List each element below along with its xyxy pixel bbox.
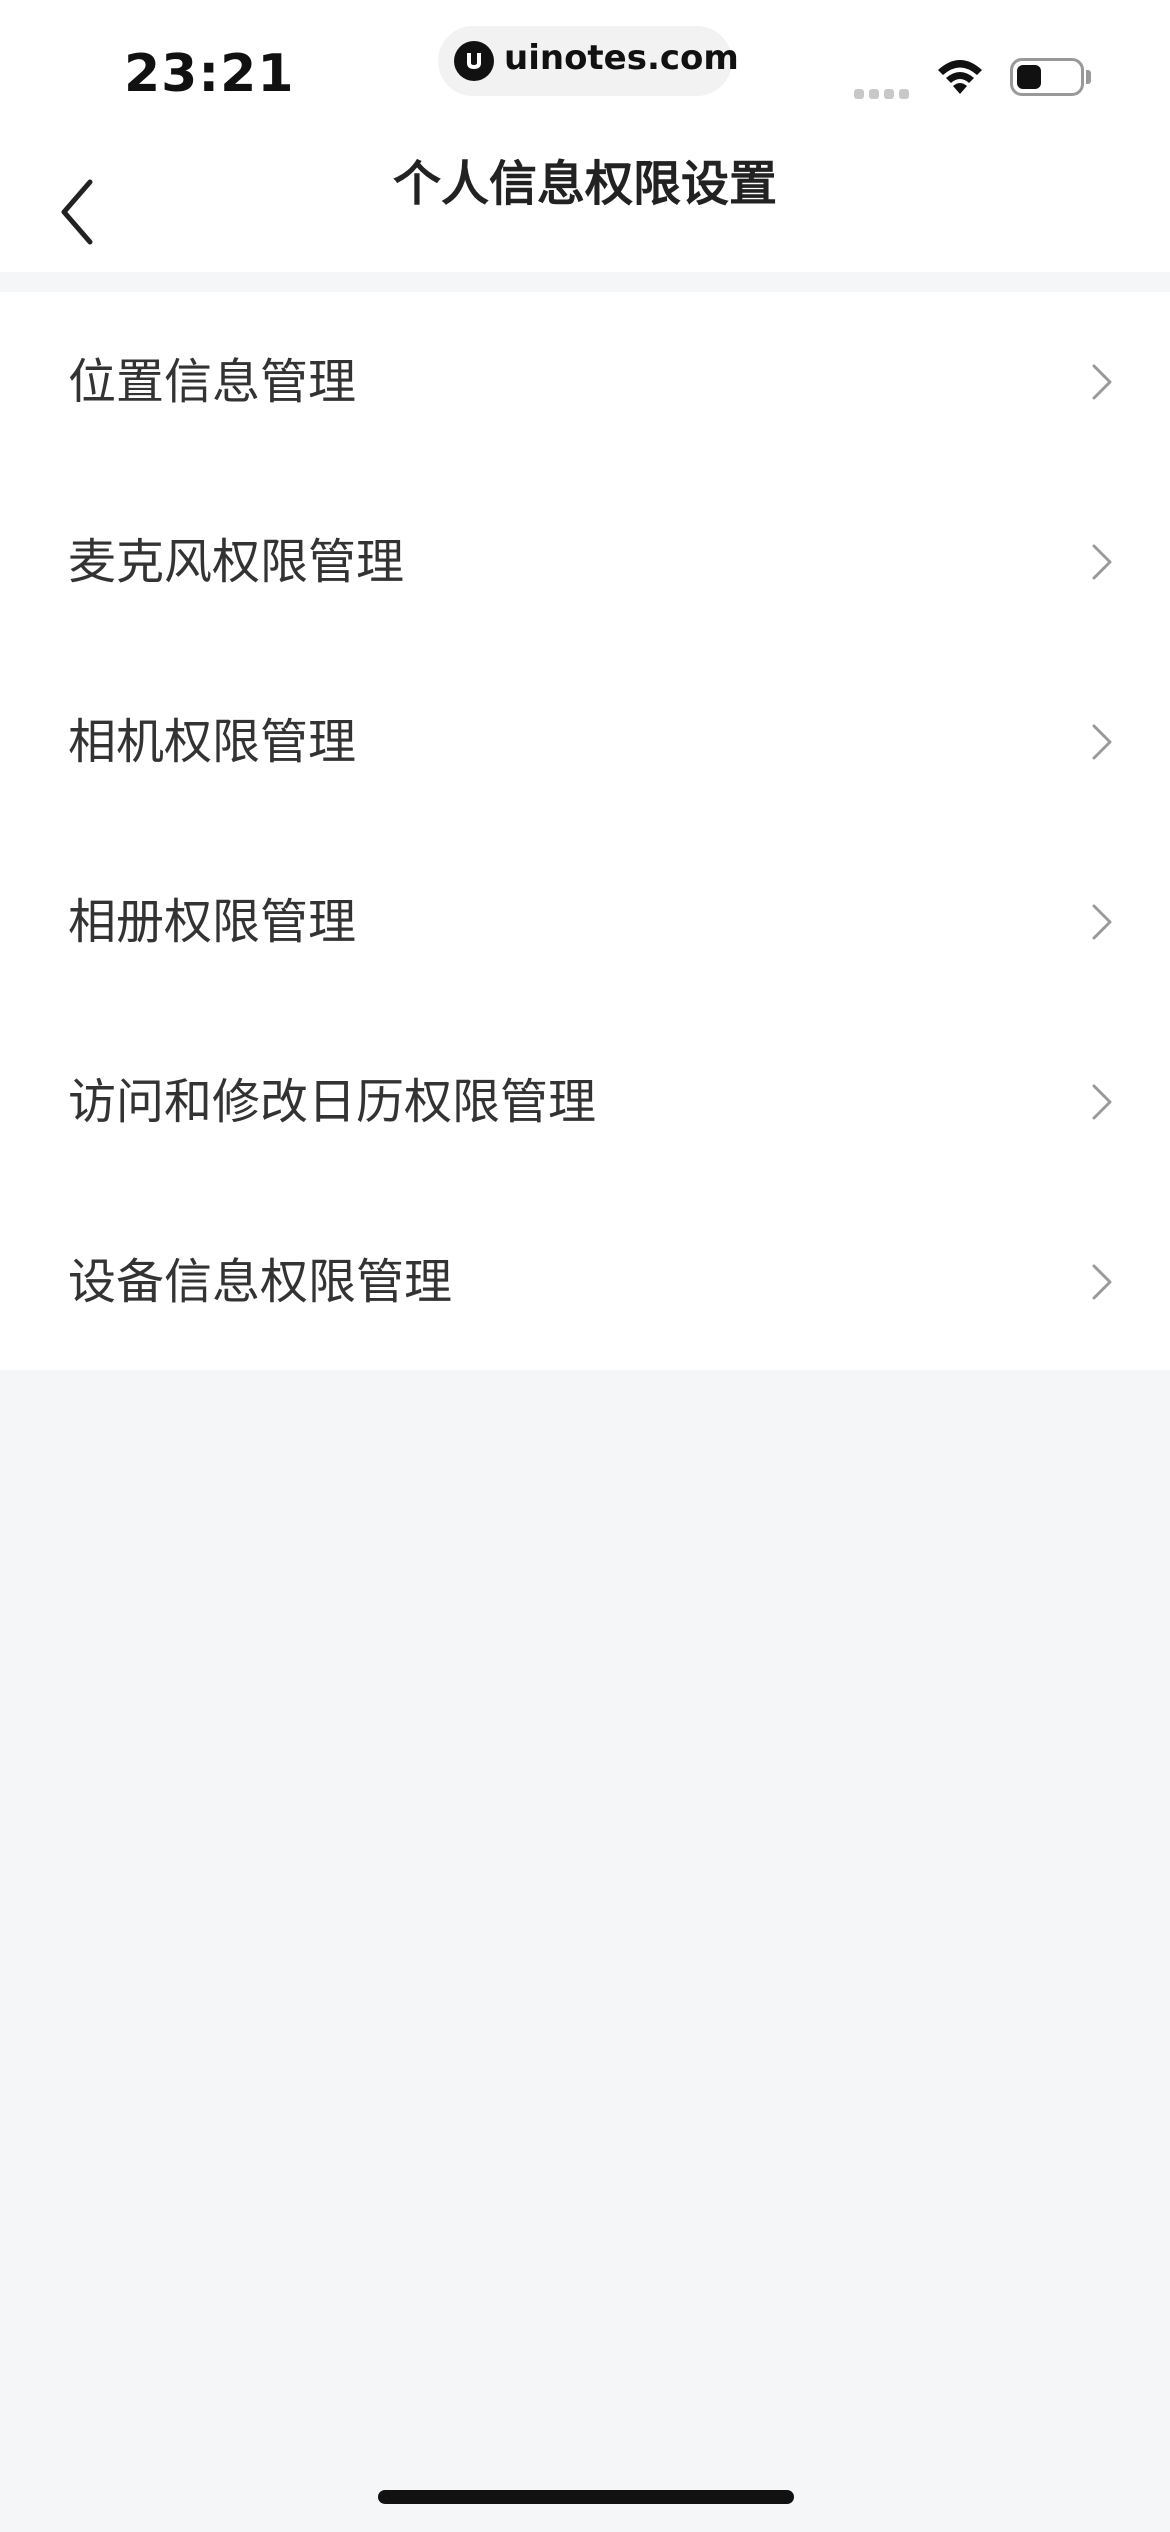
- cellular-signal-icon: [854, 84, 914, 99]
- chevron-right-icon: [1092, 1264, 1112, 1300]
- list-item-label: 位置信息管理: [68, 354, 357, 410]
- chevron-right-icon: [1092, 1084, 1112, 1120]
- permission-list: 位置信息管理 麦克风权限管理 相机权限管理 相册权限管理 访问和修改日历权限管理…: [0, 292, 1170, 1370]
- page-title: 个人信息权限设置: [392, 156, 777, 212]
- list-item-label: 访问和修改日历权限管理: [68, 1074, 597, 1130]
- list-item-camera[interactable]: 相机权限管理: [0, 652, 1170, 832]
- battery-level: [1017, 65, 1041, 89]
- battery-icon: [1010, 58, 1084, 96]
- wifi-icon: [934, 56, 986, 100]
- status-time: 23:21: [124, 44, 295, 104]
- home-indicator[interactable]: [378, 2490, 794, 2504]
- list-item-label: 相机权限管理: [68, 714, 357, 770]
- chevron-right-icon: [1092, 544, 1112, 580]
- navigation-bar: 个人信息权限设置: [0, 130, 1170, 272]
- section-divider: [0, 272, 1170, 292]
- url-pill[interactable]: uinotes.com: [438, 26, 739, 96]
- battery-tip: [1086, 70, 1091, 84]
- list-item-device-info[interactable]: 设备信息权限管理: [0, 1192, 1170, 1372]
- chevron-right-icon: [1092, 904, 1112, 940]
- chevron-right-icon: [1092, 364, 1112, 400]
- list-item-microphone[interactable]: 麦克风权限管理: [0, 472, 1170, 652]
- list-item-location[interactable]: 位置信息管理: [0, 292, 1170, 472]
- list-item-photos[interactable]: 相册权限管理: [0, 832, 1170, 1012]
- status-bar: 23:21 uinotes.com: [0, 0, 1170, 130]
- list-item-label: 麦克风权限管理: [68, 534, 405, 590]
- list-item-label: 相册权限管理: [68, 894, 357, 950]
- chevron-right-icon: [1092, 724, 1112, 760]
- url-text: uinotes.com: [504, 38, 739, 78]
- list-item-calendar[interactable]: 访问和修改日历权限管理: [0, 1012, 1170, 1192]
- site-logo-icon: [454, 41, 494, 81]
- list-item-label: 设备信息权限管理: [68, 1254, 453, 1310]
